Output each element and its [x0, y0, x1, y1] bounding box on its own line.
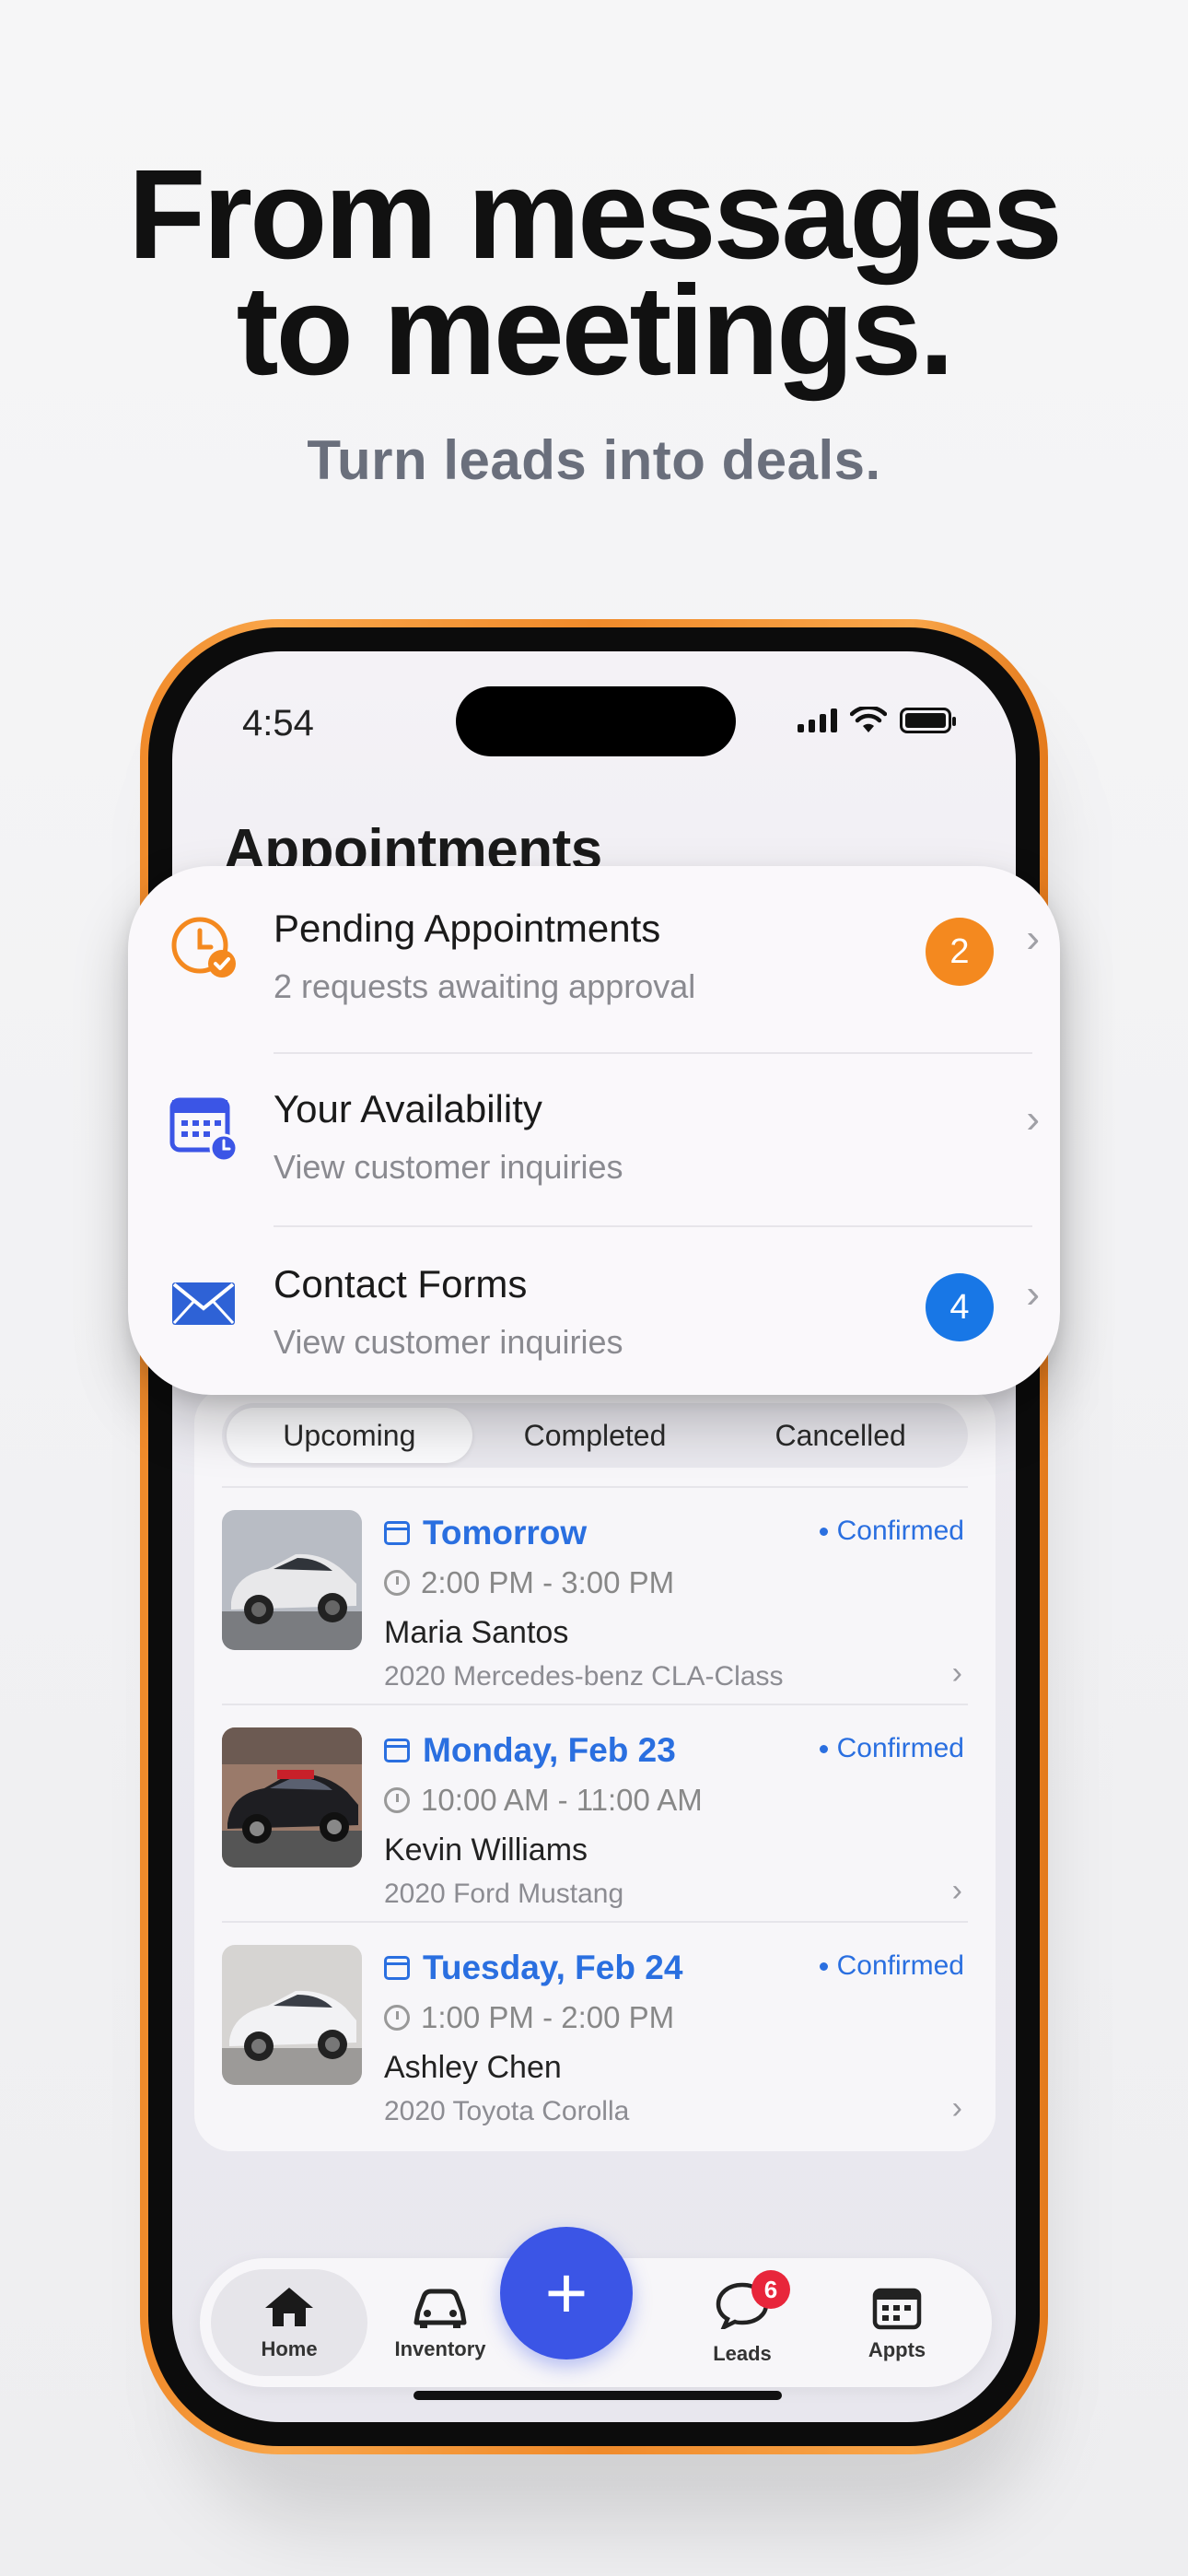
tab-leads[interactable]: 6 Leads [664, 2269, 821, 2376]
chevron-right-icon: › [1026, 1271, 1040, 1317]
home-icon [265, 2288, 313, 2326]
your-availability-subtitle: View customer inquiries [274, 1148, 623, 1186]
chevron-right-icon: › [1026, 1096, 1040, 1142]
status-icons [798, 707, 956, 734]
vehicle-name: 2020 Toyota Corolla [384, 2096, 630, 2126]
tab-home-label: Home [261, 2337, 318, 2360]
appointment-time-label: 2:00 PM - 3:00 PM [421, 1565, 675, 1599]
customer-name: Maria Santos [384, 1615, 569, 1650]
appointment-time: 10:00 AM - 11:00 AM [384, 1783, 703, 1818]
appointment-row[interactable]: Tuesday, Feb 24 Confirmed 1:00 PM - 2:00… [222, 1921, 968, 2138]
segmented-control: Upcoming Completed Cancelled [222, 1403, 968, 1468]
status-label: Confirmed [836, 1733, 964, 1763]
appointment-rows: Tomorrow Confirmed 2:00 PM - 3:00 PM Mar… [194, 1486, 996, 2138]
appointment-day-label: Tomorrow [423, 1514, 588, 1551]
status-badge: Confirmed [819, 1950, 964, 1982]
tab-appts[interactable]: Appts [819, 2269, 975, 2376]
contact-forms-row[interactable]: Contact Forms View customer inquiries 4 … [128, 1222, 1060, 1397]
car-thumbnail [222, 1510, 362, 1650]
tab-inventory-label: Inventory [394, 2337, 486, 2360]
headline-line-2: to meetings. [236, 260, 955, 402]
tab-appts-label: Appts [868, 2338, 926, 2361]
battery-icon [900, 708, 956, 733]
contact-forms-subtitle: View customer inquiries [274, 1323, 623, 1361]
hero-subhead: Turn leads into deals. [307, 429, 881, 491]
appointment-day: Tomorrow [384, 1514, 587, 1552]
pending-appointments-title: Pending Appointments [274, 907, 661, 950]
car-icon [413, 2289, 467, 2328]
tab-inventory[interactable]: Inventory [362, 2269, 518, 2376]
status-badge: Confirmed [819, 1733, 964, 1764]
calendar-icon [384, 1739, 410, 1762]
calendar-icon [872, 2288, 922, 2330]
appointment-time: 1:00 PM - 2:00 PM [384, 2000, 674, 2035]
segment-completed[interactable]: Completed [472, 1408, 718, 1463]
dynamic-island [456, 686, 736, 756]
wifi-icon [850, 707, 887, 732]
appointment-day-label: Monday, Feb 23 [423, 1731, 676, 1769]
calendar-icon [384, 1956, 410, 1980]
calendar-clock-icon [169, 1097, 239, 1163]
leads-badge: 6 [751, 2270, 790, 2309]
appointment-time: 2:00 PM - 3:00 PM [384, 1565, 674, 1600]
car-thumbnail [222, 1727, 362, 1868]
status-badge: Confirmed [819, 1516, 964, 1547]
status-dot-icon [819, 1527, 828, 1536]
chevron-right-icon: › [951, 2090, 962, 2125]
status-label: Confirmed [836, 1950, 964, 1981]
pending-appointments-row[interactable]: Pending Appointments 2 requests awaiting… [128, 866, 1060, 1041]
headline-line-1: From messages [128, 144, 1063, 286]
your-availability-row[interactable]: Your Availability View customer inquirie… [128, 1047, 1060, 1222]
status-dot-icon [819, 1961, 828, 1971]
hero-headline: From messages to meetings. [0, 144, 1188, 402]
vehicle-name: 2020 Ford Mustang [384, 1879, 624, 1909]
chevron-right-icon: › [951, 1873, 962, 1908]
envelope-icon [172, 1282, 235, 1325]
summary-card: Pending Appointments 2 requests awaiting… [128, 866, 1060, 1395]
contact-forms-title: Contact Forms [274, 1262, 528, 1306]
add-button[interactable]: + [500, 2227, 633, 2359]
appointment-row[interactable]: Monday, Feb 23 Confirmed 10:00 AM - 11:0… [222, 1704, 968, 1921]
vehicle-name: 2020 Mercedes-benz CLA-Class [384, 1661, 784, 1692]
appointment-time-label: 10:00 AM - 11:00 AM [421, 1783, 703, 1817]
appointment-day-label: Tuesday, Feb 24 [423, 1949, 683, 1986]
appointment-day: Monday, Feb 23 [384, 1731, 676, 1770]
clock-check-icon [171, 917, 236, 978]
home-indicator [413, 2391, 782, 2400]
appointment-row[interactable]: Tomorrow Confirmed 2:00 PM - 3:00 PM Mar… [222, 1486, 968, 1704]
clock-icon [384, 2005, 410, 2031]
signal-icon [798, 708, 837, 732]
contact-forms-count-badge: 4 [926, 1273, 994, 1341]
clock-icon [384, 1570, 410, 1596]
customer-name: Ashley Chen [384, 2050, 562, 2085]
tab-leads-label: Leads [713, 2342, 772, 2365]
status-label: Confirmed [836, 1516, 964, 1546]
segment-cancelled[interactable]: Cancelled [717, 1408, 963, 1463]
car-thumbnail [222, 1945, 362, 2085]
status-dot-icon [819, 1744, 828, 1753]
appointment-day: Tuesday, Feb 24 [384, 1949, 682, 1987]
segment-upcoming[interactable]: Upcoming [227, 1408, 472, 1463]
chevron-right-icon: › [951, 1656, 962, 1691]
pending-count-badge: 2 [926, 918, 994, 986]
calendar-icon [384, 1521, 410, 1545]
status-time: 4:54 [242, 703, 314, 744]
tab-home[interactable]: Home [211, 2269, 367, 2376]
pending-appointments-subtitle: 2 requests awaiting approval [274, 967, 696, 1005]
clock-icon [384, 1787, 410, 1813]
appointment-time-label: 1:00 PM - 2:00 PM [421, 2000, 675, 2034]
chevron-right-icon: › [1026, 916, 1040, 961]
appointments-list-card: Upcoming Completed Cancelled Tomorrow Co… [194, 1387, 996, 2151]
your-availability-title: Your Availability [274, 1087, 542, 1130]
customer-name: Kevin Williams [384, 1832, 588, 1868]
